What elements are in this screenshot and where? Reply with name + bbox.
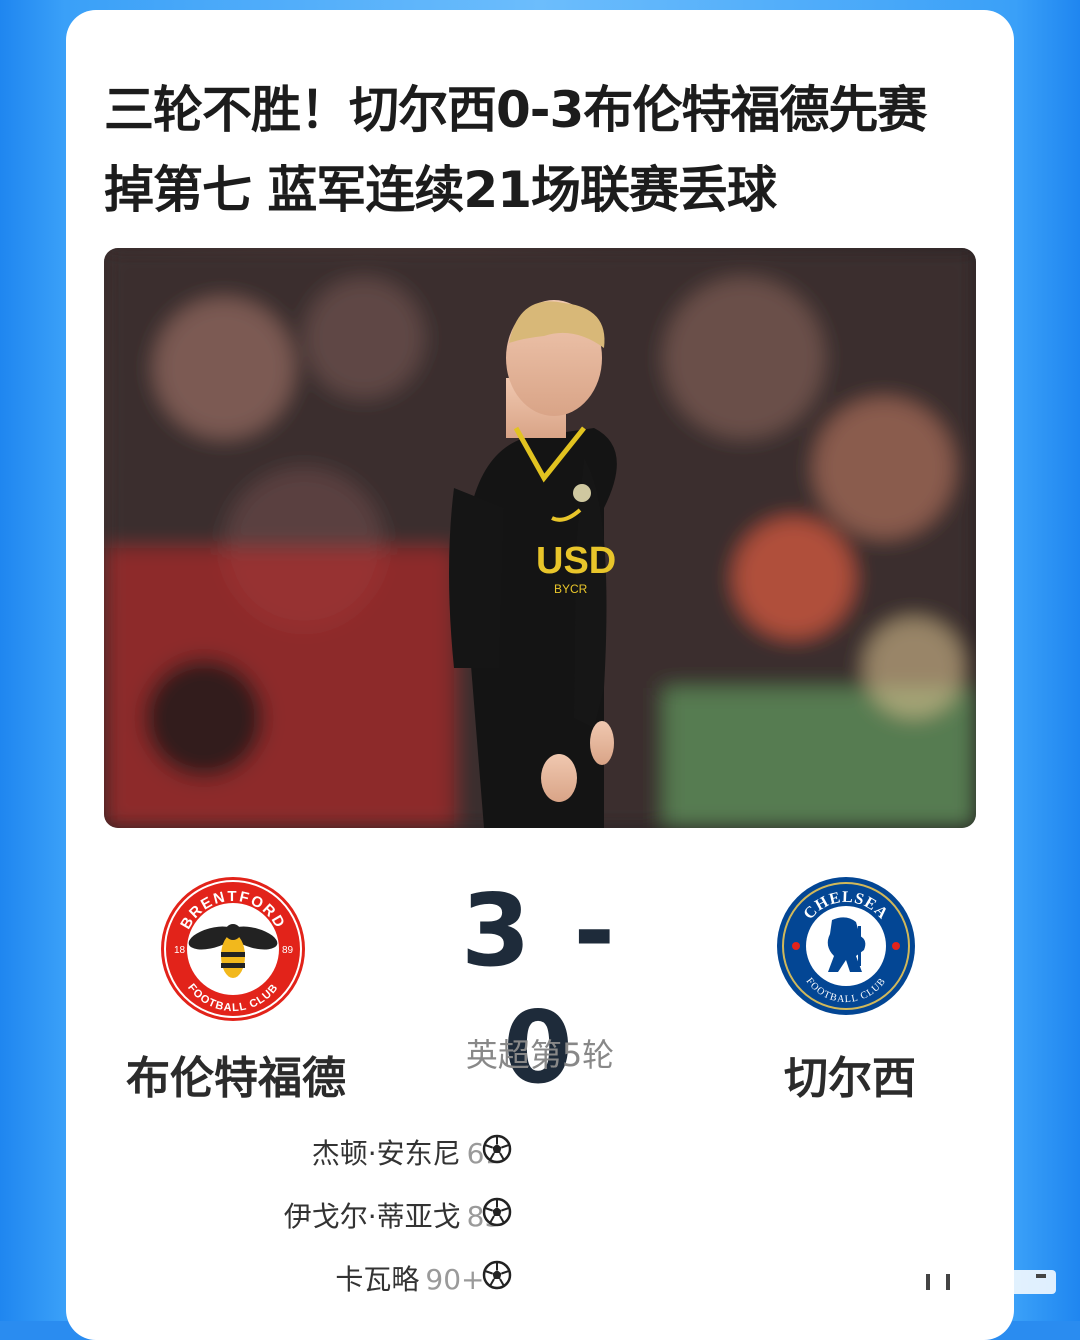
brentford-year-left: 18 <box>174 945 186 956</box>
headline-line-2: 掉第七 蓝军连续21场联赛丢球 <box>104 161 777 219</box>
match-round: 英超第5轮 <box>465 1036 615 1074</box>
shirt-sponsor-sub: BYCR <box>554 582 588 596</box>
brentford-logo[interactable]: BRENTFORD FOOTBALL CLUB 18 89 <box>160 876 306 1022</box>
scorer-name: 伊戈尔·蒂亚戈 <box>283 1200 461 1233</box>
football-icon <box>482 1197 512 1227</box>
watermark-icon <box>916 1270 1056 1294</box>
scorer-name: 卡瓦略 <box>335 1263 420 1296</box>
article-headline[interactable]: 三轮不胜！切尔西0-3布伦特福德先赛 掉第七 蓝军连续21场联赛丢球 <box>104 70 984 230</box>
home-team-name[interactable]: 布伦特福德 <box>126 1042 346 1106</box>
shirt-sponsor: USD <box>536 540 616 582</box>
headline-line-1: 三轮不胜！切尔西0-3布伦特福德先赛 <box>104 81 927 139</box>
match-photo[interactable]: USD BYCR <box>104 248 976 828</box>
football-icon <box>482 1260 512 1290</box>
scorer-name: 杰顿·安东尼 <box>311 1137 461 1170</box>
scorer-row-2: 伊戈尔·蒂亚戈83' <box>284 1195 510 1235</box>
chelsea-logo[interactable]: CHELSEA FOOTBALL CLUB <box>776 876 916 1016</box>
scorer-row-1: 杰顿·安东尼61' <box>312 1132 510 1172</box>
brentford-year-right: 89 <box>282 945 294 956</box>
football-icon <box>482 1134 512 1164</box>
away-team-name[interactable]: 切尔西 <box>784 1042 916 1106</box>
